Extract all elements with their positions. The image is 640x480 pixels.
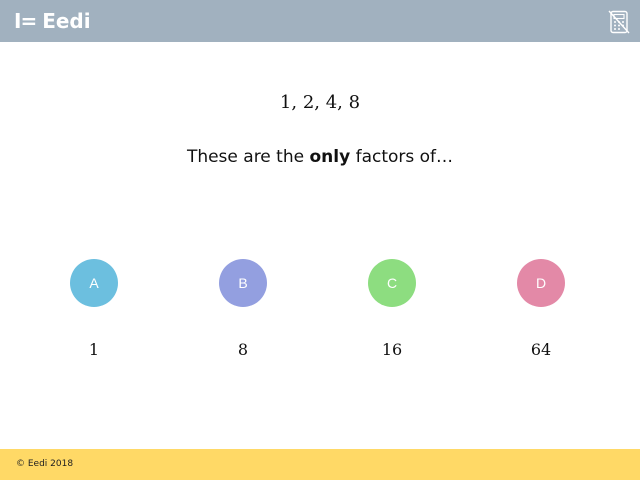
no-calculator-icon: [608, 10, 630, 34]
footer-bar: © Eedi 2018: [0, 449, 640, 480]
eedi-logo: I= Eedi: [14, 8, 91, 34]
option-d-button[interactable]: D: [517, 259, 565, 307]
option-c-letter: C: [386, 275, 398, 291]
copyright-text: © Eedi 2018: [16, 459, 74, 469]
option-d-letter: D: [535, 275, 547, 291]
question-suffix: factors of…: [350, 147, 454, 167]
option-c-button[interactable]: C: [368, 259, 416, 307]
logo-mark: I=: [14, 9, 37, 33]
option-a-value: 1: [88, 340, 100, 359]
option-a-letter: A: [89, 275, 99, 291]
factor-list: 1, 2, 4, 8: [279, 92, 361, 113]
header-bar: I= Eedi: [0, 0, 640, 42]
question-prefix: These are the: [186, 147, 310, 167]
option-c-value: 16: [381, 340, 403, 359]
option-d-value: 64: [530, 340, 552, 359]
question-emphasis: only: [309, 147, 351, 167]
option-b-value: 8: [237, 340, 249, 359]
option-b-button[interactable]: B: [219, 259, 267, 307]
logo-text: Eedi: [42, 9, 91, 33]
option-b-letter: B: [238, 275, 248, 291]
question-text: These are the only factors of…: [0, 147, 640, 167]
option-a-button[interactable]: A: [70, 259, 118, 307]
